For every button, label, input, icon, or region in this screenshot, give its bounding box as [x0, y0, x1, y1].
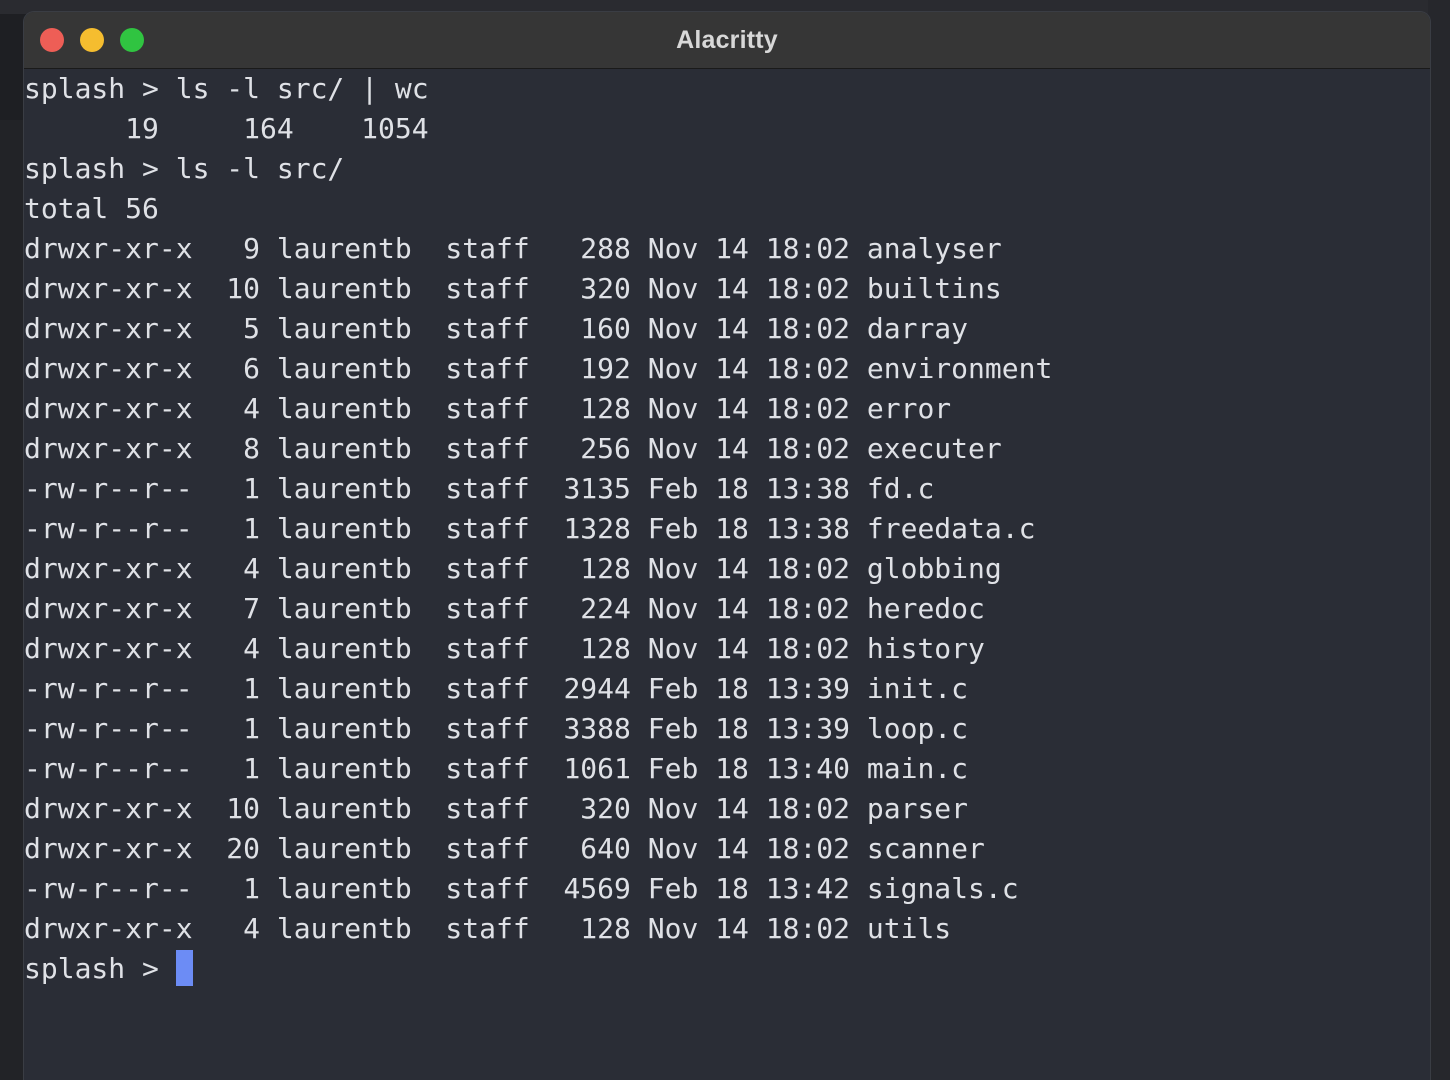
terminal-line: drwxr-xr-x 4 laurentb staff 128 Nov 14 1… — [24, 552, 1002, 585]
terminal-line: 19 164 1054 — [24, 112, 429, 145]
terminal-line: drwxr-xr-x 8 laurentb staff 256 Nov 14 1… — [24, 432, 1002, 465]
terminal-line: drwxr-xr-x 10 laurentb staff 320 Nov 14 … — [24, 272, 1002, 305]
terminal-window: Alacritty splash > ls -l src/ | wc 19 16… — [24, 12, 1430, 1080]
terminal-line: drwxr-xr-x 6 laurentb staff 192 Nov 14 1… — [24, 352, 1053, 385]
terminal-line: splash > ls -l src/ | wc — [24, 72, 429, 105]
background-app-left-edge — [0, 120, 24, 1080]
terminal-lines: splash > ls -l src/ | wc 19 164 1054 spl… — [24, 69, 1052, 989]
terminal-line: drwxr-xr-x 9 laurentb staff 288 Nov 14 1… — [24, 232, 1002, 265]
terminal-line: drwxr-xr-x 4 laurentb staff 128 Nov 14 1… — [24, 912, 952, 945]
text-cursor — [175, 950, 193, 986]
prompt-line[interactable]: splash > — [24, 949, 1052, 989]
terminal-line: -rw-r--r-- 1 laurentb staff 4569 Feb 18 … — [24, 872, 1019, 905]
terminal-line: drwxr-xr-x 4 laurentb staff 128 Nov 14 1… — [24, 392, 952, 425]
shell-prompt: splash > — [24, 952, 176, 985]
terminal-line: drwxr-xr-x 10 laurentb staff 320 Nov 14 … — [24, 792, 969, 825]
terminal-line: total 56 — [24, 192, 159, 225]
terminal-line: -rw-r--r-- 1 laurentb staff 3388 Feb 18 … — [24, 712, 969, 745]
terminal-line: -rw-r--r-- 1 laurentb staff 1328 Feb 18 … — [24, 512, 1036, 545]
terminal-line: -rw-r--r-- 1 laurentb staff 3135 Feb 18 … — [24, 472, 935, 505]
terminal-line: drwxr-xr-x 7 laurentb staff 224 Nov 14 1… — [24, 592, 985, 625]
terminal-line: drwxr-xr-x 4 laurentb staff 128 Nov 14 1… — [24, 632, 985, 665]
background-app-right-edge — [1428, 0, 1450, 1080]
terminal-line: splash > ls -l src/ — [24, 152, 345, 185]
terminal-line: drwxr-xr-x 20 laurentb staff 640 Nov 14 … — [24, 832, 985, 865]
window-title: Alacritty — [676, 26, 778, 54]
terminal-line: -rw-r--r-- 1 laurentb staff 2944 Feb 18 … — [24, 672, 969, 705]
terminal-output-area[interactable]: splash > ls -l src/ | wc 19 164 1054 spl… — [24, 69, 1430, 1080]
terminal-line: drwxr-xr-x 5 laurentb staff 160 Nov 14 1… — [24, 312, 969, 345]
terminal-line: -rw-r--r-- 1 laurentb staff 1061 Feb 18 … — [24, 752, 969, 785]
title-bar[interactable]: Alacritty — [24, 12, 1430, 69]
